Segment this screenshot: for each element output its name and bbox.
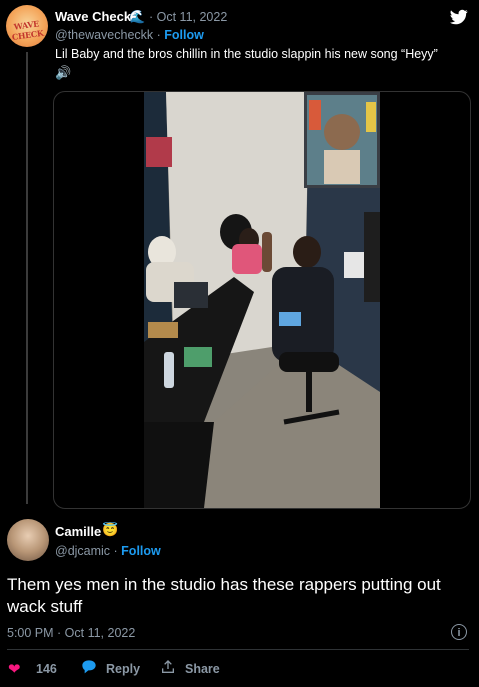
author-name[interactable]: Wave Check: [55, 9, 131, 24]
follow-button[interactable]: Follow: [164, 28, 204, 42]
separator: ·: [110, 544, 122, 558]
follow-button[interactable]: Follow: [121, 544, 161, 558]
heart-icon[interactable]: ❤: [8, 660, 21, 678]
author-handle[interactable]: @djcamic: [55, 544, 110, 558]
reply-bubble-icon[interactable]: [80, 659, 98, 675]
author-name[interactable]: Camille: [55, 524, 101, 539]
halo-face-icon: 😇: [102, 522, 119, 537]
tweet-text: Lil Baby and the bros chillin in the stu…: [55, 47, 438, 61]
tweet-timestamp[interactable]: 5:00 PM · Oct 11, 2022: [7, 626, 135, 640]
author-handle-row: @djcamic · Follow: [55, 544, 161, 558]
share-icon[interactable]: [160, 659, 176, 675]
avatar-logo-text: WAVE CHECK: [11, 18, 45, 43]
reply-button[interactable]: Reply: [106, 662, 140, 676]
tweet-text: Them yes men in the studio has these rap…: [7, 575, 441, 616]
thread-line: [26, 52, 28, 504]
author-handle[interactable]: @thewavecheckk: [55, 28, 153, 42]
tweet-date[interactable]: · Oct 11, 2022: [149, 10, 227, 24]
info-icon[interactable]: i: [451, 624, 467, 640]
wave-icon: 🌊: [129, 9, 146, 24]
speaker-icon: 🔊: [55, 65, 72, 80]
divider: [7, 649, 469, 650]
video-player[interactable]: [53, 91, 471, 509]
video-frame: [144, 92, 380, 508]
video-still-image: [144, 92, 380, 508]
avatar[interactable]: WAVE CHECK: [6, 5, 48, 47]
twitter-bird-icon[interactable]: [449, 8, 469, 26]
separator: ·: [153, 28, 165, 42]
avatar[interactable]: [7, 519, 49, 561]
share-button[interactable]: Share: [185, 662, 220, 676]
like-count[interactable]: 146: [36, 662, 57, 676]
author-handle-row: @thewavecheckk · Follow: [55, 28, 204, 42]
